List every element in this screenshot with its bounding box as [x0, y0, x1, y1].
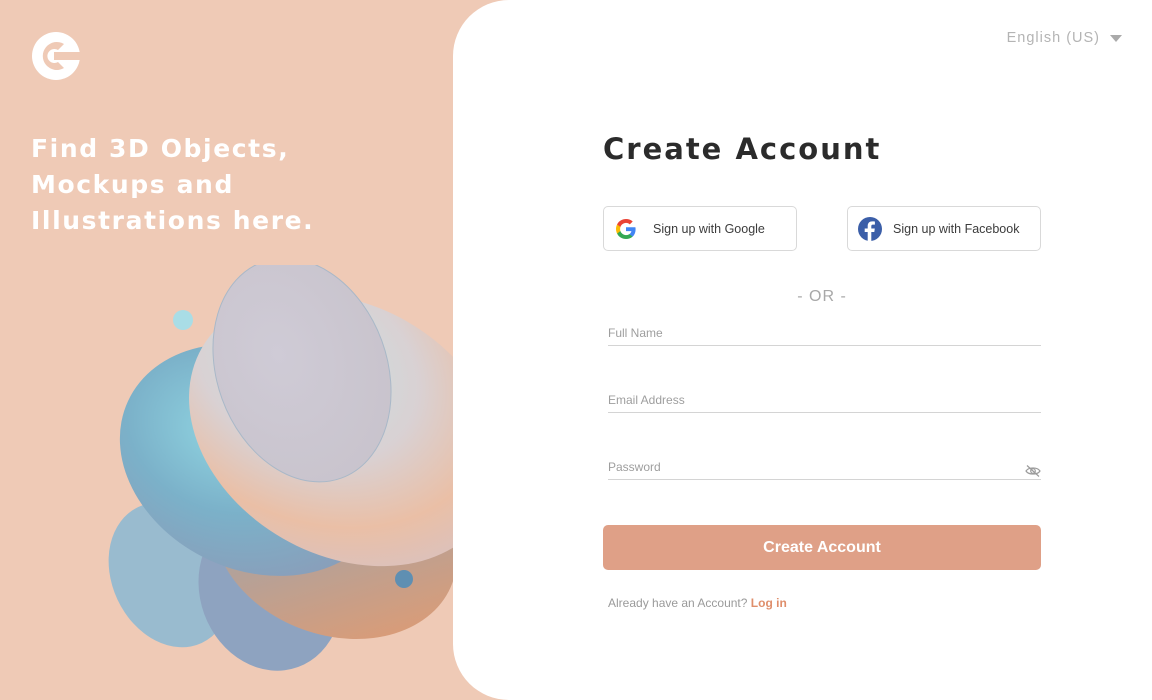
facebook-icon [858, 216, 882, 241]
password-field-wrapper [608, 456, 1041, 480]
language-selector[interactable]: English (US) [1007, 30, 1122, 46]
google-signup-button[interactable]: Sign up with Google [603, 206, 797, 251]
hero-tagline: Find 3D Objects, Mockups and Illustratio… [31, 134, 315, 235]
full-name-input[interactable] [608, 322, 1041, 344]
eye-off-icon[interactable] [1025, 464, 1041, 478]
login-prompt: Already have an Account? Log in [608, 596, 787, 610]
email-field-wrapper [608, 389, 1041, 413]
create-account-button[interactable]: Create Account [603, 525, 1041, 570]
login-prompt-text: Already have an Account? [608, 596, 748, 610]
c-logo-icon [32, 32, 82, 80]
google-icon [616, 218, 636, 239]
facebook-signup-button[interactable]: Sign up with Facebook [847, 206, 1041, 251]
caret-down-icon [1110, 34, 1122, 42]
email-input[interactable] [608, 389, 1041, 411]
page-title: Create Account [603, 132, 882, 166]
or-separator: - OR - [797, 288, 847, 305]
full-name-field-wrapper [608, 322, 1041, 346]
google-signup-label: Sign up with Google [653, 221, 765, 236]
password-input[interactable] [608, 456, 1041, 478]
language-label: English (US) [1006, 30, 1100, 46]
login-link[interactable]: Log in [751, 596, 787, 610]
signup-panel: English (US) Create Account Sign up with… [453, 0, 1152, 700]
facebook-signup-label: Sign up with Facebook [893, 221, 1020, 236]
left-panel: Find 3D Objects, Mockups and Illustratio… [0, 0, 501, 700]
